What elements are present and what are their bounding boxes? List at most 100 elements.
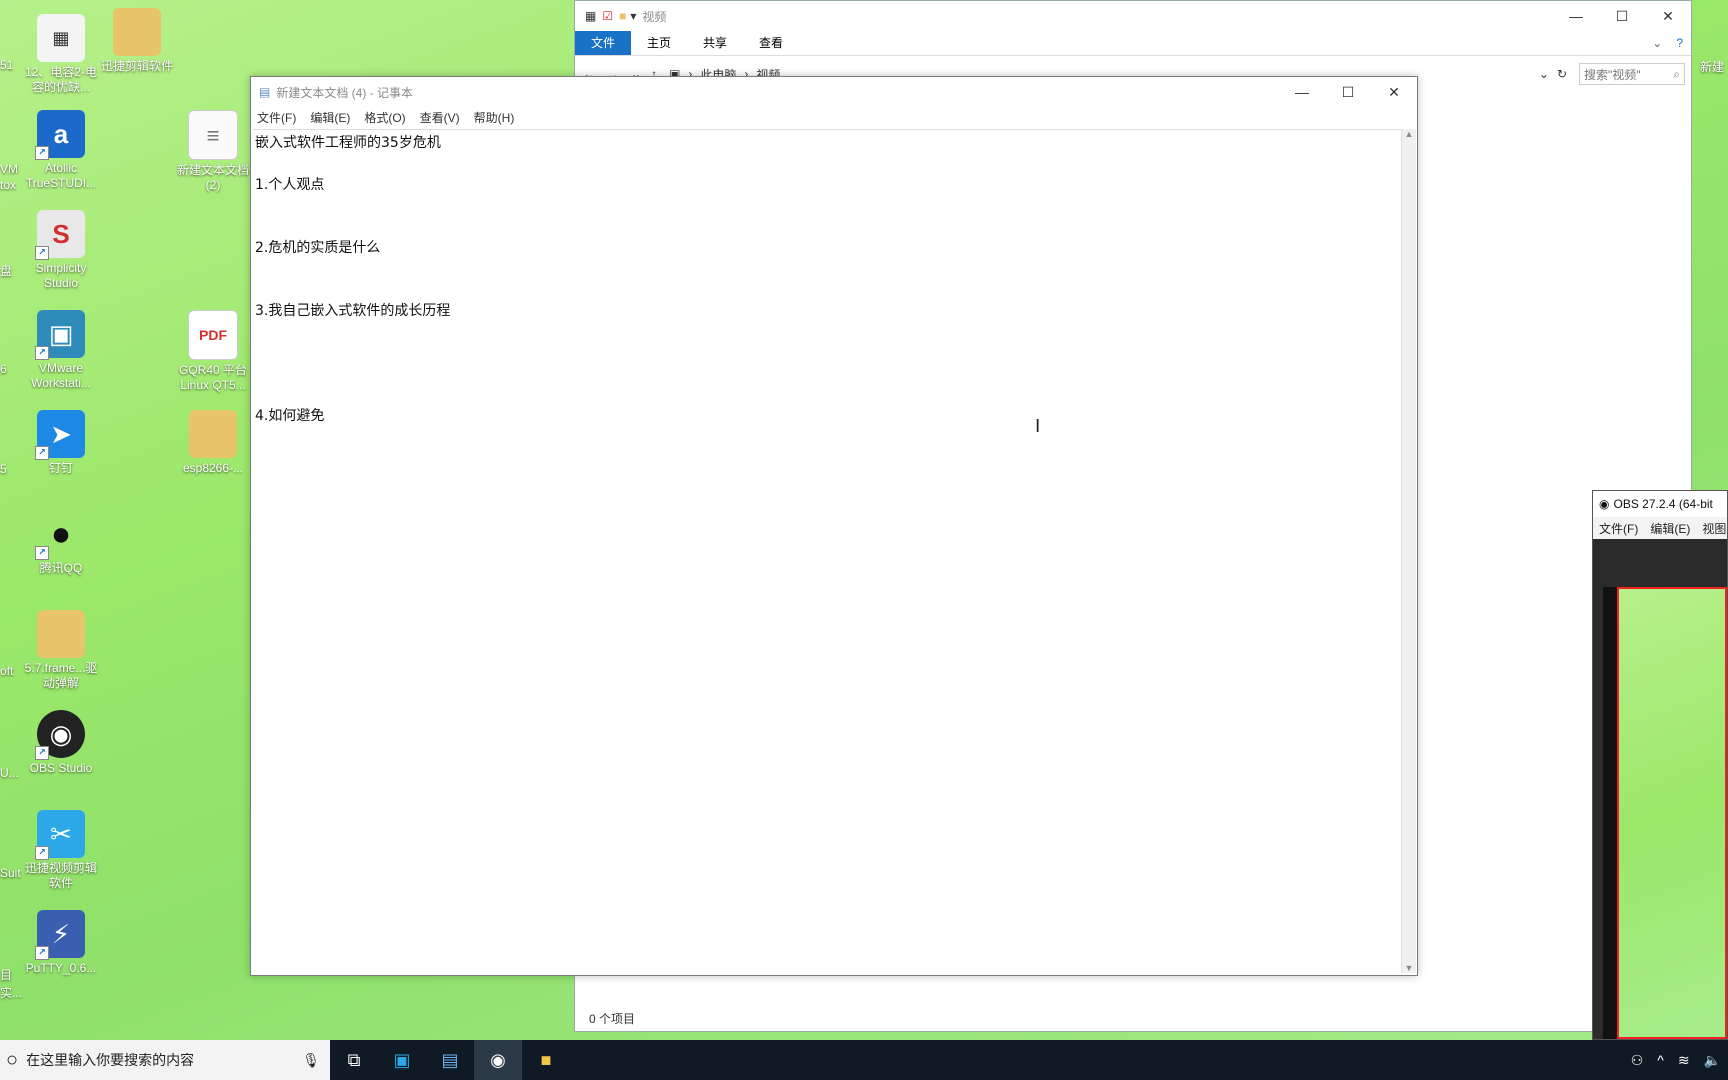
file-explorer-taskbar-icon[interactable]: ■ xyxy=(522,1040,570,1080)
explorer-title: 视频 xyxy=(642,9,667,24)
desktop-icon-framework-driver[interactable]: 5.7.frame...驱动弹解 xyxy=(24,610,98,691)
ribbon-tabs: 文件 主页 共享 查看 ⌄ ? xyxy=(575,31,1691,56)
notepad-app-icon: ▤ xyxy=(259,85,271,99)
show-hidden-icons-icon[interactable]: ^ xyxy=(1657,1052,1664,1068)
icon-label: 12、电容2-电容的优缺... xyxy=(24,65,98,94)
desktop-icon-qq[interactable]: ● ↗ 腾讯QQ xyxy=(24,510,98,576)
desktop-icon-gqr40-pdf[interactable]: PDF GQR40 平台 Linux QT5... xyxy=(176,310,250,393)
task-view-icon[interactable]: ⧉ xyxy=(330,1040,378,1080)
menu-file[interactable]: 文件(F) xyxy=(257,109,296,126)
video-editor-taskbar-icon[interactable]: ▣ xyxy=(378,1040,426,1080)
quick-access-dropdown-icon[interactable]: ▾ xyxy=(630,9,636,23)
maximize-button[interactable]: ☐ xyxy=(1599,1,1645,31)
partial-icon-label: 实... xyxy=(0,986,23,1000)
notepad-menubar: 文件(F) 编辑(E) 格式(O) 查看(V) 帮助(H) xyxy=(251,107,1417,127)
partial-icon-label: 6 xyxy=(0,362,7,376)
atollic-icon: a ↗ xyxy=(35,110,85,160)
menu-help[interactable]: 帮助(H) xyxy=(474,109,515,126)
obs-titlebar: ◉ OBS 27.2.4 (64-bit xyxy=(1593,491,1727,517)
desktop-icon-xunjie-video[interactable]: ✂ ↗ 迅捷视频剪辑软件 xyxy=(24,810,98,891)
notepad-taskbar-icon[interactable]: ▤ xyxy=(426,1040,474,1080)
desktop-icon-vmware[interactable]: ▣ ↗ VMware Workstati... xyxy=(24,310,98,391)
taskbar-search-placeholder: 在这里输入你要搜索的内容 xyxy=(26,1052,195,1068)
desktop-icon-esp8266[interactable]: esp8266-... xyxy=(176,410,250,476)
icon-label: 迅捷剪辑软件 xyxy=(100,59,173,73)
desktop-icon-xunjie-editor[interactable]: 迅捷剪辑软件 xyxy=(100,8,174,74)
tab-share[interactable]: 共享 xyxy=(687,31,743,55)
partial-icon-label: VM xyxy=(0,162,18,176)
partial-icon-label: Suit xyxy=(0,866,21,880)
partial-icon-label: oft xyxy=(0,664,14,678)
partial-icon-label: 盘 xyxy=(0,264,13,278)
putty-icon: ⚡ ↗ xyxy=(35,910,85,960)
vertical-scrollbar[interactable]: ▲ ▼ xyxy=(1401,129,1416,973)
obs-title: OBS 27.2.4 (64-bit xyxy=(1613,497,1713,511)
folder-icon xyxy=(113,8,161,56)
obs-preview[interactable] xyxy=(1603,587,1727,1039)
desktop-icon-putty[interactable]: ⚡ ↗ PuTTY_0.6... xyxy=(24,910,98,976)
desktop-icon-capacitor-doc[interactable]: ▦ 12、电容2-电容的优缺... xyxy=(24,14,98,95)
tab-view[interactable]: 查看 xyxy=(743,31,799,55)
icon-label: 腾讯QQ xyxy=(39,561,83,575)
network-icon[interactable]: ≋ xyxy=(1678,1052,1690,1069)
notepad-window: ▤ 新建文本文档 (4) - 记事本 — ☐ ✕ 文件(F) 编辑(E) 格式(… xyxy=(250,76,1418,976)
maximize-button[interactable]: ☐ xyxy=(1325,77,1371,107)
obs-app-icon: ◉ xyxy=(1599,497,1610,511)
partial-icon-label: 5 xyxy=(0,462,7,476)
new-folder-icon[interactable]: ■ xyxy=(619,9,626,23)
people-icon[interactable]: ⚇ xyxy=(1631,1052,1644,1069)
system-tray: ⚇ ^ ≋ 🔈 xyxy=(1624,1040,1728,1080)
scroll-down-icon[interactable]: ▼ xyxy=(1402,963,1416,973)
text-cursor-icon: I xyxy=(1035,416,1041,437)
explorer-titlebar: ▦ ☑ ■ ▾ 视频 xyxy=(575,1,1691,31)
notepad-title: 新建文本文档 (4) - 记事本 xyxy=(276,85,414,100)
text-line: 3.我自己嵌入式软件的成长历程 xyxy=(255,303,451,319)
icon-label: OBS Studio xyxy=(29,761,93,775)
obs-menu-edit[interactable]: 编辑(E) xyxy=(1650,520,1690,537)
desktop-icon-obs[interactable]: ◉ ↗ OBS Studio xyxy=(24,710,98,776)
dingtalk-icon: ➤ ↗ xyxy=(35,410,85,460)
tab-home[interactable]: 主页 xyxy=(631,31,687,55)
cortana-icon: ○ xyxy=(6,1048,19,1071)
icon-label: 迅捷视频剪辑软件 xyxy=(24,861,97,890)
menu-view[interactable]: 查看(V) xyxy=(420,109,460,126)
desktop-icon-text-doc-2[interactable]: ≡ 新建文本文档 (2) xyxy=(176,110,250,193)
refresh-icon[interactable]: ↻ xyxy=(1557,67,1567,81)
icon-label: 新建文本文档 (2) xyxy=(176,163,249,192)
folder-icon xyxy=(189,410,237,458)
address-dropdown-icon[interactable]: ⌄ xyxy=(1539,67,1549,81)
close-button[interactable]: ✕ xyxy=(1645,1,1691,31)
icon-label: GQR40 平台 Linux QT5... xyxy=(178,363,248,392)
desktop-icon-simplicity[interactable]: S ↗ Simplicity Studio xyxy=(24,210,98,291)
obs-menu-file[interactable]: 文件(F) xyxy=(1599,520,1638,537)
partial-icon-label: tox xyxy=(0,178,17,192)
menu-edit[interactable]: 编辑(E) xyxy=(310,109,350,126)
scroll-up-icon[interactable]: ▲ xyxy=(1402,129,1416,139)
partial-icon-label: 目 xyxy=(0,968,13,982)
microphone-icon[interactable]: 🎙 xyxy=(302,1052,320,1069)
obs-window: ◉ OBS 27.2.4 (64-bit 文件(F) 编辑(E) 视图 xyxy=(1592,490,1728,1040)
properties-icon[interactable]: ☑ xyxy=(602,9,613,23)
obs-taskbar-icon[interactable]: ◉ xyxy=(474,1040,522,1080)
taskbar-search-box[interactable]: ○ 在这里输入你要搜索的内容 🎙 xyxy=(0,1040,330,1080)
icon-label: Simplicity Studio xyxy=(35,261,87,290)
icon-label: PuTTY_0.6... xyxy=(25,961,97,975)
minimize-button[interactable]: — xyxy=(1553,1,1599,31)
simplicity-icon: S ↗ xyxy=(35,210,85,260)
obs-menu-view[interactable]: 视图 xyxy=(1702,520,1726,537)
text-line: 1.个人观点 xyxy=(255,177,325,193)
notepad-text-area[interactable]: 嵌入式软件工程师的35岁危机 1.个人观点 2.危机的实质是什么 3.我自己嵌入… xyxy=(253,129,1401,973)
obs-preview-source[interactable] xyxy=(1617,587,1727,1039)
desktop-icon-dingtalk[interactable]: ➤ ↗ 钉钉 xyxy=(24,410,98,476)
volume-icon[interactable]: 🔈 xyxy=(1704,1052,1721,1069)
menu-format[interactable]: 格式(O) xyxy=(364,109,405,126)
desktop-icon-atollic[interactable]: a ↗ Atollic TrueSTUDI... xyxy=(24,110,98,191)
close-button[interactable]: ✕ xyxy=(1371,77,1417,107)
tab-file[interactable]: 文件 xyxy=(575,31,632,55)
help-icon[interactable]: ? xyxy=(1668,31,1691,55)
minimize-button[interactable]: — xyxy=(1279,77,1325,107)
search-input[interactable]: 搜索"视频" ⌕ xyxy=(1579,63,1685,85)
text-line: 嵌入式软件工程师的35岁危机 xyxy=(255,135,441,151)
ribbon-expand-icon[interactable]: ⌄ xyxy=(1646,31,1668,55)
video-editor-icon: ✂ ↗ xyxy=(35,810,85,860)
